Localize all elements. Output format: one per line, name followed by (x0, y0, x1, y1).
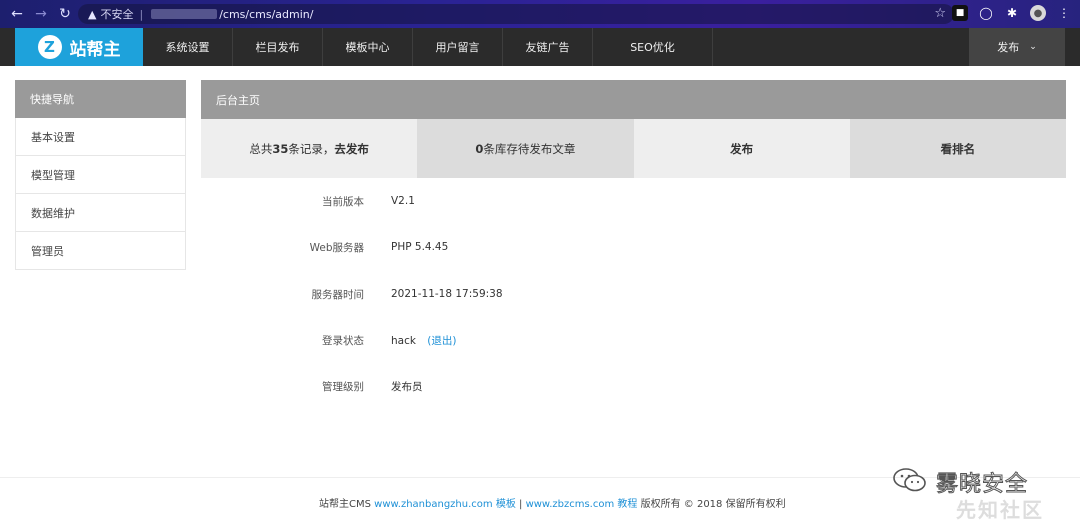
sidebar-item-administrator[interactable]: 管理员 (15, 232, 186, 270)
wechat-logo-icon (893, 468, 926, 492)
stat-total-prefix: 总共 (249, 141, 273, 156)
extensions-area: ■ ◯ ✱ ● ⋮ (952, 5, 1072, 21)
stat-pending-count: 0 (475, 141, 484, 156)
menu-links-ads[interactable]: 友链广告 (503, 28, 593, 66)
info-label: 服务器时间 (311, 288, 365, 301)
info-value: V2.1 (391, 195, 415, 207)
logo-text: 站帮主 (69, 39, 121, 60)
menu-seo[interactable]: SEO优化 (593, 28, 713, 66)
security-label: 不安全 (100, 8, 134, 21)
stat-pending-text: 条库存待发布文章 (483, 141, 576, 156)
publish-dropdown[interactable]: 发布 ⌄ (969, 28, 1065, 66)
back-arrow-icon[interactable]: ← (6, 3, 28, 25)
profile-avatar-icon[interactable]: ● (1030, 5, 1046, 21)
stat-total-mid: 条记录， (288, 141, 335, 156)
redacted-host (151, 9, 218, 19)
info-row-web-server: Web服务器 PHP 5.4.45 (201, 237, 1066, 257)
info-label: 管理级别 (322, 380, 364, 393)
footer-link-tutorial[interactable]: 教程 (617, 499, 637, 510)
username: hack (391, 334, 416, 347)
sidebar-title: 快捷导航 (15, 80, 186, 118)
sidebar-item-basic-settings[interactable]: 基本设置 (15, 118, 186, 156)
footer-copyright: 版权所有 © 2018 保留所有权利 (640, 499, 786, 510)
warning-icon: ▲ (88, 7, 97, 21)
info-row-server-time: 服务器时间 2021-11-18 17:59:38 (201, 284, 1066, 304)
browser-toolbar: ← → ↻ ▲ 不安全 | /cms/cms/admin/ ☆ ■ ◯ ✱ ● … (0, 0, 1080, 28)
info-row-version: 当前版本 V2.1 (201, 191, 1066, 211)
info-value: PHP 5.4.45 (391, 241, 449, 253)
go-publish-link[interactable]: 去发布 (334, 141, 369, 157)
main-menu: 系统设置 栏目发布 模板中心 用户留言 友链广告 SEO优化 (143, 28, 713, 66)
stat-total-count: 35 (272, 141, 289, 156)
menu-template-center[interactable]: 模板中心 (323, 28, 413, 66)
menu-column-publish[interactable]: 栏目发布 (233, 28, 323, 66)
sidebar-item-model-management[interactable]: 模型管理 (15, 156, 186, 194)
footer-text: 站帮主CMS www.zhanbangzhu.com 模板 | www.zbzc… (319, 495, 786, 510)
url-path: /cms/cms/admin/ (219, 7, 314, 21)
info-row-admin-level: 管理级别 发布员 (201, 376, 1066, 396)
footer-link-zbzcms[interactable]: www.zbzcms.com (526, 499, 615, 510)
view-ranking-button[interactable]: 看排名 (849, 119, 1066, 178)
footer-link-zhanbangzhu[interactable]: www.zhanbangzhu.com (374, 499, 492, 510)
menu-system-settings[interactable]: 系统设置 (143, 28, 233, 66)
top-navigation: Z 站帮主 系统设置 栏目发布 模板中心 用户留言 友链广告 SEO优化 发布 … (0, 28, 1080, 66)
sidebar: 快捷导航 基本设置 模型管理 数据维护 管理员 (15, 80, 186, 270)
sidebar-item-data-maintenance[interactable]: 数据维护 (15, 194, 186, 232)
page-title: 后台主页 (201, 80, 1066, 119)
footer-link-template[interactable]: 模板 (496, 499, 516, 510)
circle-extension-icon[interactable]: ◯ (978, 5, 994, 21)
watermark-sub-text: 先知社区 (956, 498, 1044, 522)
address-bar[interactable]: ▲ 不安全 | /cms/cms/admin/ ☆ (78, 4, 954, 24)
info-row-login-status: 登录状态 hack (退出) (201, 330, 1066, 350)
info-label: 当前版本 (322, 195, 364, 208)
puzzle-icon[interactable]: ✱ (1004, 5, 1020, 21)
stats-row: 总共 35 条记录， 去发布 0 条库存待发布文章 发布 看排名 (201, 119, 1066, 178)
info-value: 发布员 (391, 380, 423, 393)
publish-label: 发布 (997, 41, 1020, 54)
info-value-with-logout: hack (退出) (391, 333, 457, 348)
publish-button[interactable]: 发布 (633, 119, 850, 178)
logo-z-icon: Z (37, 35, 62, 59)
bookmark-star-icon[interactable]: ☆ (934, 6, 946, 21)
logout-link[interactable]: (退出) (427, 335, 456, 347)
watermark: 雾晓安全 先知社区 (892, 460, 1072, 522)
site-logo[interactable]: Z 站帮主 (15, 28, 143, 66)
stat-total-records[interactable]: 总共 35 条记录， 去发布 (201, 119, 418, 178)
extension-icon[interactable]: ■ (952, 5, 968, 21)
footer-separator: | (519, 499, 523, 510)
info-label: Web服务器 (309, 241, 364, 254)
main-panel: 后台主页 总共 35 条记录， 去发布 0 条库存待发布文章 发布 看排名 当前… (201, 80, 1066, 393)
footer-brand: 站帮主CMS (319, 499, 371, 510)
kebab-menu-icon[interactable]: ⋮ (1056, 5, 1072, 21)
url-separator: | (139, 7, 144, 21)
info-label: 登录状态 (322, 334, 364, 347)
reload-icon[interactable]: ↻ (54, 3, 76, 25)
stat-pending-articles[interactable]: 0 条库存待发布文章 (417, 119, 634, 178)
info-value: 2021-11-18 17:59:38 (391, 288, 503, 300)
menu-user-messages[interactable]: 用户留言 (413, 28, 503, 66)
forward-arrow-icon[interactable]: → (30, 3, 52, 25)
chevron-down-icon: ⌄ (1029, 42, 1037, 52)
